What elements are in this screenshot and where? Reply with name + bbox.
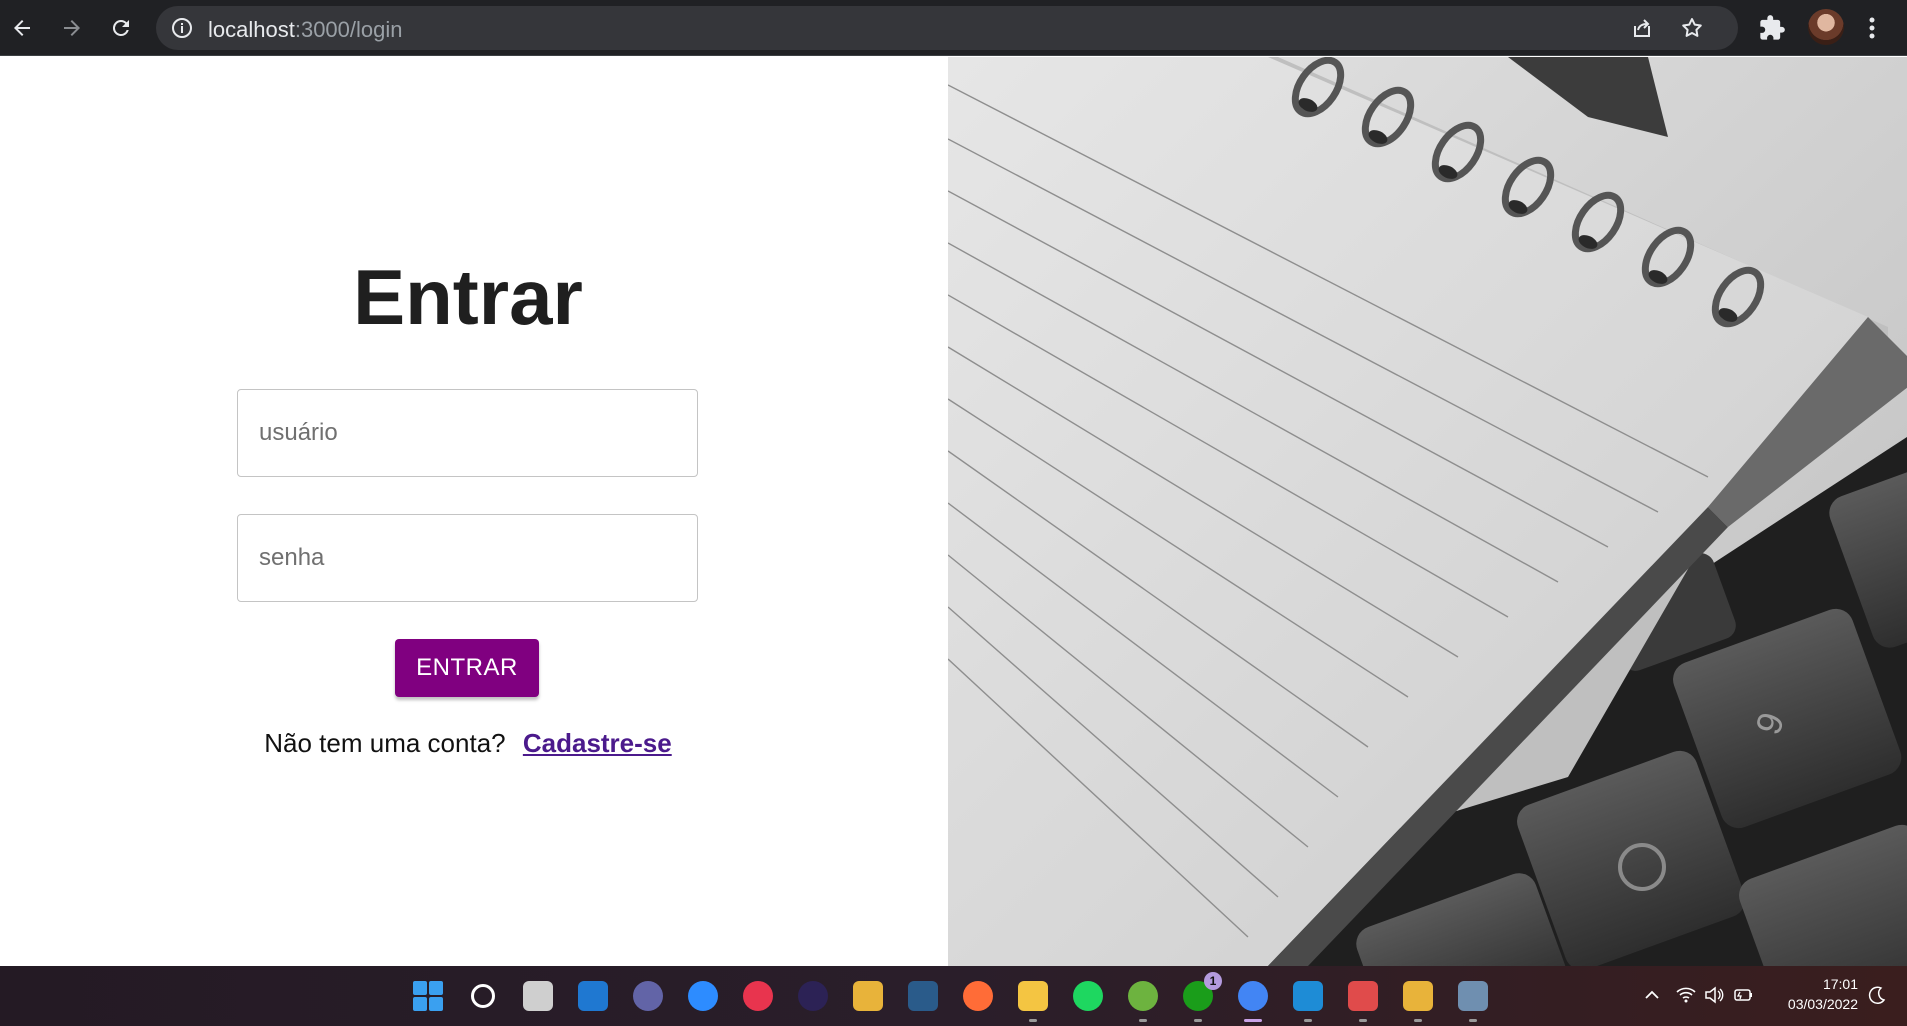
- taskbar-app-file-explorer[interactable]: [1015, 978, 1051, 1022]
- postman-icon: [963, 981, 993, 1011]
- forward-button[interactable]: [54, 10, 90, 46]
- browser-toolbar: localhost:3000/login: [0, 0, 1907, 56]
- wifi-icon[interactable]: [1675, 984, 1697, 1006]
- taskbar-app-mysql-workbench[interactable]: [905, 978, 941, 1014]
- taskbar-app-start[interactable]: [410, 978, 446, 1014]
- taskbar-app-xbox[interactable]: 1: [1180, 972, 1222, 1022]
- git-kraken-icon: [853, 981, 883, 1011]
- taskbar-app-calculator[interactable]: [1455, 978, 1491, 1022]
- reload-button[interactable]: [103, 10, 139, 46]
- password-input[interactable]: [238, 515, 697, 601]
- system-clock[interactable]: 17:01 03/03/2022: [1768, 974, 1858, 1014]
- git-cola-icon: [1403, 981, 1433, 1011]
- zoom-icon: [688, 981, 718, 1011]
- taskbar-app-vscode[interactable]: [1290, 978, 1326, 1022]
- running-indicator: [1359, 1019, 1367, 1022]
- password-field[interactable]: [237, 514, 698, 602]
- info-icon[interactable]: [170, 16, 194, 40]
- back-button[interactable]: [4, 10, 40, 46]
- running-indicator: [1139, 1019, 1147, 1022]
- taskbar-app-task-view[interactable]: [520, 978, 556, 1014]
- running-indicator: [1029, 1019, 1037, 1022]
- running-indicator: [1304, 1019, 1312, 1022]
- username-input[interactable]: [238, 390, 697, 476]
- running-indicator: [1244, 1019, 1262, 1022]
- url-text[interactable]: localhost:3000/login: [208, 17, 403, 43]
- taskbar-app-creative-cloud[interactable]: [740, 978, 776, 1014]
- running-indicator: [1469, 1019, 1477, 1022]
- clock-time: 17:01: [1822, 976, 1858, 992]
- login-panel: Entrar ENTRAR Não tem uma conta? Cadastr…: [0, 57, 948, 966]
- moon-icon[interactable]: [1866, 984, 1888, 1006]
- taskbar-app-snipping-tool[interactable]: [1345, 978, 1381, 1022]
- search-icon: [471, 984, 495, 1008]
- mysql-workbench-icon: [908, 981, 938, 1011]
- file-explorer-icon: [1018, 981, 1048, 1011]
- login-page: Entrar ENTRAR Não tem uma conta? Cadastr…: [0, 57, 1907, 966]
- taskbar-app-search[interactable]: [465, 978, 501, 1014]
- taskbar-app-git-cola[interactable]: [1400, 978, 1436, 1022]
- profile-avatar[interactable]: [1808, 9, 1844, 45]
- snipping-tool-icon: [1348, 981, 1378, 1011]
- bookmark-star-icon[interactable]: [1680, 16, 1704, 40]
- taskbar-app-git-kraken[interactable]: [850, 978, 886, 1014]
- taskbar-app-teams-chat[interactable]: [630, 978, 666, 1014]
- signup-prompt: Não tem uma conta? Cadastre-se: [0, 728, 936, 759]
- hero-image: 9: [948, 57, 1907, 966]
- username-field[interactable]: [237, 389, 698, 477]
- url-path: :3000/login: [294, 17, 403, 42]
- arrow-right-icon: [64, 20, 80, 36]
- notification-badge: 1: [1204, 972, 1222, 990]
- taskbar-app-zoom[interactable]: [685, 978, 721, 1014]
- taskbar-app-chrome[interactable]: [1235, 978, 1271, 1022]
- notebook-keyboard-photo: 9: [948, 57, 1907, 966]
- page-title: Entrar: [353, 253, 583, 341]
- address-bar[interactable]: localhost:3000/login: [156, 6, 1738, 50]
- taskbar-app-spotify[interactable]: [1070, 978, 1106, 1014]
- spring-tools-icon: [1128, 981, 1158, 1011]
- chrome-icon: [1238, 981, 1268, 1011]
- clock-date: 03/03/2022: [1787, 996, 1858, 1012]
- running-indicator: [1414, 1019, 1422, 1022]
- login-button[interactable]: ENTRAR: [395, 639, 539, 697]
- more-vertical-icon[interactable]: [1860, 14, 1884, 42]
- extensions-puzzle-icon[interactable]: [1758, 14, 1786, 42]
- signup-prompt-text: Não tem uma conta?: [264, 728, 506, 758]
- url-host: localhost: [208, 17, 295, 42]
- chevron-up-icon[interactable]: [1641, 984, 1663, 1006]
- running-indicator: [1194, 1019, 1202, 1022]
- spotify-icon: [1073, 981, 1103, 1011]
- signup-link[interactable]: Cadastre-se: [523, 728, 672, 758]
- taskbar-app-trello[interactable]: [575, 978, 611, 1014]
- teams-chat-icon: [633, 981, 663, 1011]
- task-view-icon: [523, 981, 553, 1011]
- arrow-left-icon: [14, 20, 30, 36]
- taskbar-app-eclipse[interactable]: [795, 978, 831, 1014]
- reload-icon: [112, 19, 129, 36]
- windows-taskbar: 1 17:01 03/03/2022: [0, 966, 1907, 1026]
- eclipse-icon: [798, 981, 828, 1011]
- taskbar-app-postman[interactable]: [960, 978, 996, 1014]
- creative-cloud-icon: [743, 981, 773, 1011]
- battery-icon[interactable]: [1731, 984, 1753, 1006]
- share-icon[interactable]: [1630, 16, 1654, 40]
- start-icon: [413, 981, 443, 1011]
- calculator-icon: [1458, 981, 1488, 1011]
- trello-icon: [578, 981, 608, 1011]
- vscode-icon: [1293, 981, 1323, 1011]
- volume-icon[interactable]: [1703, 984, 1725, 1006]
- taskbar-app-spring-tools[interactable]: [1125, 978, 1161, 1022]
